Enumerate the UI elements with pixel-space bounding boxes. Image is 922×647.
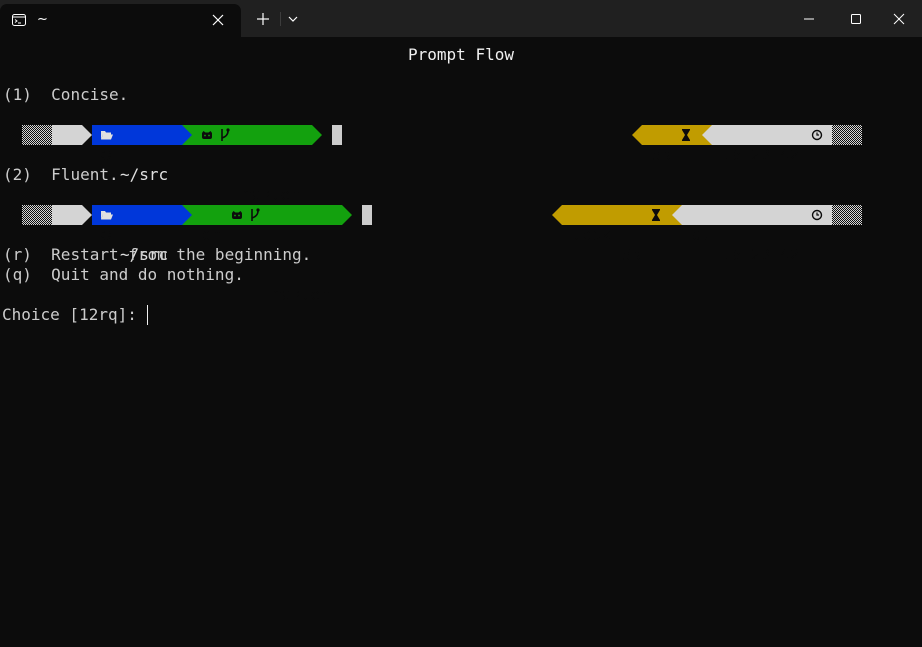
duration-segment: took 5s [562,205,672,264]
segment-arrow [672,205,682,225]
duration-text: 5s [652,145,672,164]
close-window-button[interactable] [876,0,922,37]
folder-icon [101,211,113,220]
option-2: (2) Fluent. [3,165,119,185]
segment-arrow [632,125,642,145]
option-restart: (r) Restart from the beginning. [3,245,311,265]
on-text: on [202,225,222,244]
tab-title: ~ [37,12,48,27]
clock-icon [811,129,823,141]
page-title: Prompt Flow [408,45,514,64]
option-label: Fluent. [51,165,119,184]
github-icon [232,211,242,219]
option-label: Quit and do nothing. [51,265,244,284]
folder-icon [101,131,113,140]
time-segment: at 16:23:42 [682,205,832,264]
option-key: (2) [3,165,32,184]
dither-pattern [832,125,862,145]
dither-pattern [22,205,52,225]
choice-prompt: Choice [12rq]: [2,305,147,324]
choice-input-line[interactable]: Choice [12rq]: [2,305,148,325]
option-1: (1) Concise. [3,85,128,105]
at-text: at [692,225,712,244]
path-segment: ~/src [92,125,182,184]
prompt-preview-fluent: ~/src on master took 5s at 16:23:42 [0,205,922,304]
path-text: ~/src [120,165,169,184]
path-segment: ~/src [92,205,182,264]
branch-icon [251,208,260,221]
option-key: (r) [3,245,32,264]
close-window-icon [893,13,905,25]
branch-name: master [242,185,300,204]
duration-text: 5s [622,245,642,264]
segment-arrow [182,125,192,145]
took-text: took [572,225,611,244]
chevron-down-icon[interactable] [287,14,299,24]
tab-home[interactable]: ~ [0,4,241,37]
terminal-icon [12,14,26,26]
segment-arrow [82,125,92,145]
cursor-block [362,205,372,225]
minimize-button[interactable] [786,0,832,37]
time-text: 16:23:42 [722,245,800,264]
segment-arrow [182,205,192,225]
os-segment [52,205,112,241]
maximize-icon [851,14,861,24]
minimize-icon [804,18,814,20]
segment-arrow [702,125,712,145]
os-segment [52,125,112,161]
time-segment: 16:23:42 [712,125,832,164]
dither-pattern [22,125,52,145]
github-icon [202,131,212,139]
option-quit: (q) Quit and do nothing. [3,265,244,285]
option-label: Concise. [51,85,129,104]
clock-icon [811,209,823,221]
dither-pattern [832,205,862,225]
segment-arrow [342,205,352,225]
git-segment: master [192,125,312,204]
option-key: (1) [3,85,32,104]
cursor-block [332,125,342,145]
option-label: Restart from the beginning. [51,245,312,264]
tab-separator [280,12,281,26]
option-key: (q) [3,265,32,284]
branch-name: master [272,285,330,304]
segment-arrow [552,205,562,225]
prompt-preview-concise: ~/src master 5s 16:23:42 [0,125,922,204]
title-bar: ~ [0,0,922,37]
text-cursor [146,305,148,325]
close-icon[interactable] [212,14,224,26]
plus-icon[interactable] [255,11,271,27]
segment-arrow [312,125,322,145]
maximize-button[interactable] [833,0,879,37]
hourglass-icon [682,129,690,141]
duration-segment: 5s [642,125,702,164]
git-segment: on master [192,205,342,304]
time-text: 16:23:42 [722,145,800,164]
hourglass-icon [652,209,660,221]
branch-icon [221,128,230,141]
segment-arrow [82,205,92,225]
